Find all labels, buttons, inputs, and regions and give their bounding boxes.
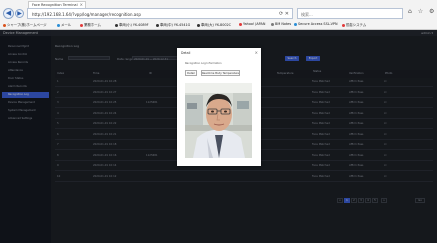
refresh-icon[interactable]: ⟳ ✕ xyxy=(279,11,289,17)
bookmark-item[interactable]: Secure Access SSL-VPN xyxy=(294,22,337,26)
tab-close-icon[interactable]: × xyxy=(80,2,83,7)
modal-title: Detail xyxy=(181,51,191,55)
browser-search-placeholder: 検索... xyxy=(301,12,313,17)
bookmark-item[interactable]: 車両(小) YK-4089F xyxy=(115,22,149,27)
tab-title: Face Recognition Terminal xyxy=(32,3,78,7)
face-photo-image xyxy=(185,83,252,158)
modal-subtitle: Recognition Log Information xyxy=(185,62,222,65)
address-url: http://192.168.1.64/?vpp/log/manager/rec… xyxy=(32,12,141,17)
bookmark-item[interactable]: メール xyxy=(57,22,71,27)
tab-detail[interactable]: Detail xyxy=(185,70,197,76)
forward-button[interactable]: ▶ xyxy=(15,9,24,18)
browser-search-input[interactable]: 検索... xyxy=(297,8,403,19)
window-tools-icon[interactable]: ⌂ ☆ ⚙ xyxy=(408,8,436,15)
browser-tab[interactable]: Face Recognition Terminal × xyxy=(28,1,86,8)
captured-face-photo xyxy=(185,83,252,158)
bookmark-item[interactable]: 勤怠システム xyxy=(342,22,366,27)
bookmarks-bar: シャープ(株)ホームページ メール 業務ホーム 車両(小) YK-4089F 車… xyxy=(0,21,437,29)
back-button[interactable]: ◀ xyxy=(3,8,14,19)
close-icon[interactable]: × xyxy=(255,50,258,55)
detail-modal: Detail × Recognition Log Information Det… xyxy=(177,48,261,166)
bookmark-item[interactable]: 車両(大) YK-8002C xyxy=(197,22,231,27)
bookmark-item[interactable]: シャープ(株)ホームページ xyxy=(3,22,47,27)
address-bar[interactable]: http://192.168.1.64/?vpp/log/manager/rec… xyxy=(27,8,293,19)
tab-body-temperature[interactable]: Real-time Body Temperature xyxy=(201,70,240,76)
bookmark-item[interactable]: 業務ホーム xyxy=(80,22,101,27)
bookmark-item[interactable]: BM Notes xyxy=(271,22,291,26)
browser-chrome: ◀ ▶ Face Recognition Terminal × http://1… xyxy=(0,0,437,30)
bookmark-item[interactable]: 車両(中) YK-4541G xyxy=(156,22,190,27)
bookmark-item[interactable]: Yahoo! JAPAN xyxy=(239,22,265,26)
